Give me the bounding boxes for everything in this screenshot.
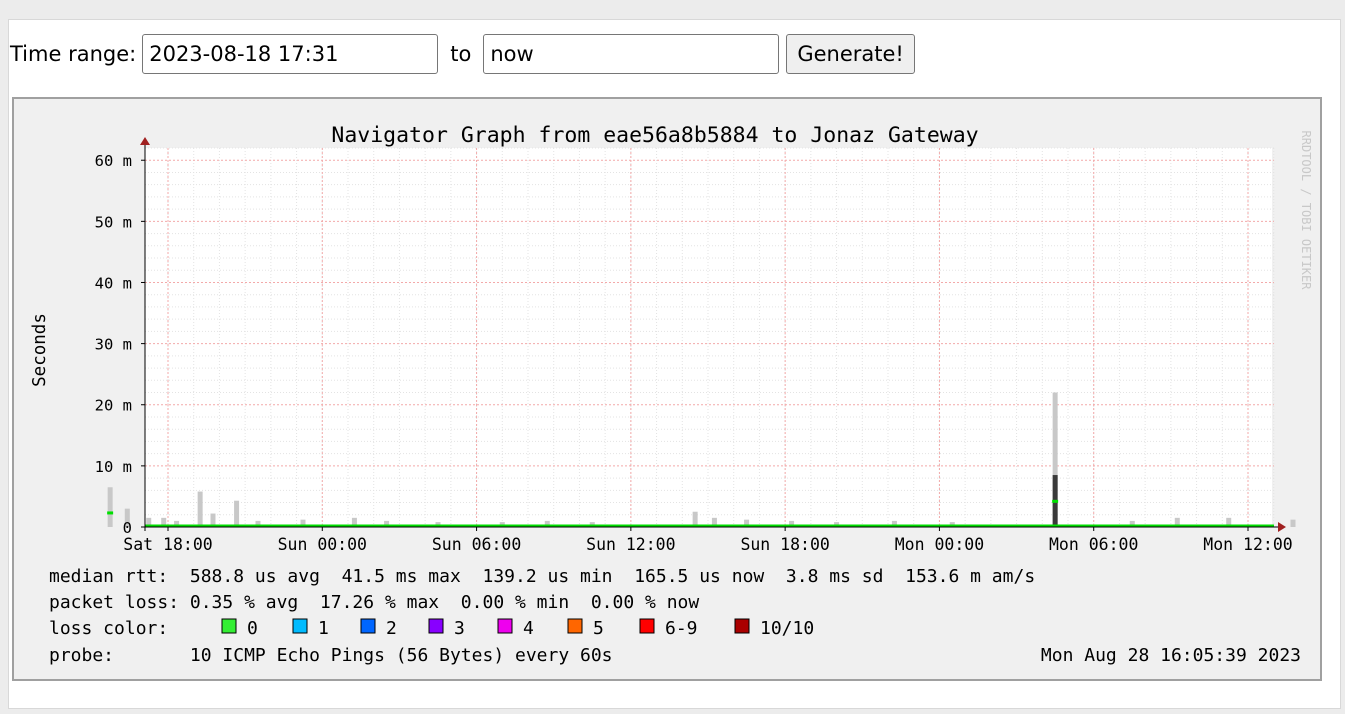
loss-color-label: loss color: bbox=[49, 618, 168, 639]
median-marker bbox=[107, 511, 114, 515]
x-tick-label: Mon 00:00 bbox=[895, 535, 984, 554]
x-tick-label: Mon 06:00 bbox=[1049, 535, 1138, 554]
loss-legend-swatch bbox=[292, 618, 308, 634]
loss-legend-swatch bbox=[639, 618, 655, 634]
end-time-input[interactable] bbox=[483, 34, 780, 74]
time-range-form: Time range: to Generate! bbox=[10, 34, 915, 74]
loss-legend-swatch bbox=[567, 618, 583, 634]
loss-legend-swatch bbox=[221, 618, 237, 634]
loss-legend-label: 0 bbox=[247, 618, 258, 639]
median-rtt-line: median rtt: 588.8 us avg 41.5 ms max 139… bbox=[49, 566, 1035, 587]
to-label: to bbox=[450, 42, 472, 66]
loss-legend-label: 10/10 bbox=[760, 618, 814, 639]
y-tick-label: 20 m bbox=[95, 397, 132, 415]
y-axis-title: Seconds bbox=[30, 313, 50, 387]
start-time-input[interactable] bbox=[142, 34, 439, 74]
y-tick-label: 10 m bbox=[95, 458, 132, 476]
latency-chart: 0 10 m 20 m 30 m 40 m 50 m 60 m Sat 18:00 Sun 0… bbox=[12, 97, 1322, 681]
generated-timestamp: Mon Aug 28 16:05:39 2023 bbox=[1041, 645, 1301, 666]
rrdtool-watermark: RRDTOOL / TOBI OETIKER bbox=[1299, 131, 1313, 291]
loss-legend-swatch bbox=[360, 618, 376, 634]
loss-legend-label: 3 bbox=[454, 618, 465, 639]
smoke-bar bbox=[197, 491, 203, 527]
loss-legend-swatch bbox=[497, 618, 513, 634]
packet-loss-line: packet loss: 0.35 % avg 17.26 % max 0.00… bbox=[49, 592, 699, 613]
y-tick-label: 60 m bbox=[95, 152, 132, 170]
y-tick-label: 50 m bbox=[95, 213, 132, 231]
time-range-label: Time range: bbox=[10, 42, 137, 66]
y-tick-label: 40 m bbox=[95, 274, 132, 292]
loss-legend-label: 5 bbox=[593, 618, 604, 639]
x-tick-label: Sun 18:00 bbox=[740, 535, 829, 554]
generate-button[interactable]: Generate! bbox=[786, 34, 915, 74]
probe-line: probe: 10 ICMP Echo Pings (56 Bytes) eve… bbox=[49, 645, 613, 666]
loss-legend-label: 2 bbox=[386, 618, 397, 639]
y-tick-label: 30 m bbox=[95, 336, 132, 354]
chart-title: Navigator Graph from eae56a8b5884 to Jon… bbox=[331, 123, 978, 148]
smoke-bar bbox=[234, 500, 240, 527]
loss-legend-label: 4 bbox=[523, 618, 534, 639]
median-marker bbox=[1052, 499, 1059, 503]
x-tick-label: Sun 12:00 bbox=[586, 535, 675, 554]
loss-legend-swatch bbox=[734, 618, 750, 634]
smoke-bar bbox=[107, 487, 113, 527]
loss-legend-label: 6-9 bbox=[665, 618, 698, 639]
smoke-bar bbox=[1290, 519, 1296, 527]
x-tick-label: Sun 00:00 bbox=[278, 535, 367, 554]
graph-image: 0 10 m 20 m 30 m 40 m 50 m 60 m Sat 18:00 Sun 0… bbox=[12, 97, 1322, 681]
x-tick-label: Sun 06:00 bbox=[432, 535, 521, 554]
x-tick-label: Sat 18:00 bbox=[123, 535, 212, 554]
loss-legend-swatch bbox=[428, 618, 444, 634]
loss-legend-label: 1 bbox=[318, 618, 329, 639]
x-tick-label: Mon 12:00 bbox=[1203, 535, 1292, 554]
